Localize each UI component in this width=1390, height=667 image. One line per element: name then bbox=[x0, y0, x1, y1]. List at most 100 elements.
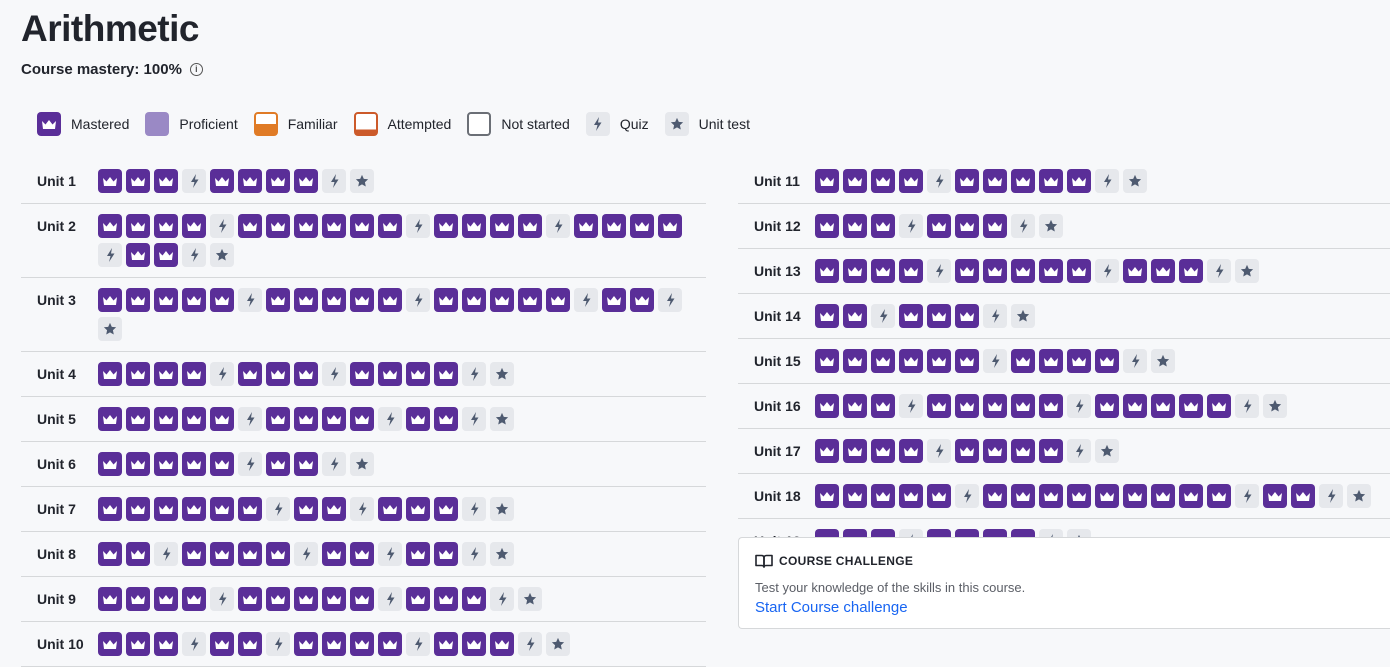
skill-mastered[interactable] bbox=[1011, 169, 1035, 193]
skill-mastered[interactable] bbox=[490, 288, 514, 312]
skill-mastered[interactable] bbox=[927, 394, 951, 418]
skill-mastered[interactable] bbox=[210, 542, 234, 566]
unit-test-square[interactable] bbox=[1039, 214, 1063, 238]
skill-mastered[interactable] bbox=[871, 169, 895, 193]
skill-mastered[interactable] bbox=[490, 632, 514, 656]
unit-label[interactable]: Unit 8 bbox=[21, 542, 98, 566]
skill-mastered[interactable] bbox=[871, 349, 895, 373]
skill-mastered[interactable] bbox=[871, 484, 895, 508]
skill-mastered[interactable] bbox=[1067, 349, 1091, 373]
skill-mastered[interactable] bbox=[266, 288, 290, 312]
skill-mastered[interactable] bbox=[294, 587, 318, 611]
quiz-square[interactable] bbox=[210, 362, 234, 386]
quiz-square[interactable] bbox=[658, 288, 682, 312]
skill-mastered[interactable] bbox=[350, 407, 374, 431]
skill-mastered[interactable] bbox=[955, 394, 979, 418]
skill-mastered[interactable] bbox=[602, 288, 626, 312]
skill-mastered[interactable] bbox=[210, 452, 234, 476]
skill-mastered[interactable] bbox=[1011, 394, 1035, 418]
skill-mastered[interactable] bbox=[154, 362, 178, 386]
quiz-square[interactable] bbox=[927, 439, 951, 463]
skill-mastered[interactable] bbox=[1263, 484, 1287, 508]
skill-mastered[interactable] bbox=[871, 439, 895, 463]
quiz-square[interactable] bbox=[182, 243, 206, 267]
skill-mastered[interactable] bbox=[815, 439, 839, 463]
skill-mastered[interactable] bbox=[126, 169, 150, 193]
quiz-square[interactable] bbox=[462, 362, 486, 386]
skill-mastered[interactable] bbox=[983, 394, 1007, 418]
unit-test-square[interactable] bbox=[490, 542, 514, 566]
quiz-square[interactable] bbox=[574, 288, 598, 312]
unit-test-square[interactable] bbox=[210, 243, 234, 267]
quiz-square[interactable] bbox=[406, 214, 430, 238]
quiz-square[interactable] bbox=[1235, 394, 1259, 418]
skill-mastered[interactable] bbox=[266, 407, 290, 431]
skill-mastered[interactable] bbox=[322, 632, 346, 656]
skill-mastered[interactable] bbox=[126, 243, 150, 267]
skill-mastered[interactable] bbox=[210, 407, 234, 431]
skill-mastered[interactable] bbox=[294, 214, 318, 238]
quiz-square[interactable] bbox=[899, 394, 923, 418]
skill-mastered[interactable] bbox=[1207, 484, 1231, 508]
skill-mastered[interactable] bbox=[126, 632, 150, 656]
skill-mastered[interactable] bbox=[983, 259, 1007, 283]
skill-mastered[interactable] bbox=[1179, 259, 1203, 283]
skill-mastered[interactable] bbox=[955, 169, 979, 193]
skill-mastered[interactable] bbox=[434, 288, 458, 312]
skill-mastered[interactable] bbox=[462, 632, 486, 656]
unit-label[interactable]: Unit 11 bbox=[738, 169, 815, 193]
quiz-square[interactable] bbox=[238, 452, 262, 476]
skill-mastered[interactable] bbox=[843, 439, 867, 463]
skill-mastered[interactable] bbox=[238, 169, 262, 193]
skill-mastered[interactable] bbox=[1151, 484, 1175, 508]
skill-mastered[interactable] bbox=[98, 497, 122, 521]
skill-mastered[interactable] bbox=[1039, 439, 1063, 463]
skill-mastered[interactable] bbox=[899, 259, 923, 283]
skill-mastered[interactable] bbox=[350, 542, 374, 566]
skill-mastered[interactable] bbox=[1039, 394, 1063, 418]
unit-label[interactable]: Unit 13 bbox=[738, 259, 815, 283]
skill-mastered[interactable] bbox=[182, 407, 206, 431]
skill-mastered[interactable] bbox=[1207, 394, 1231, 418]
skill-mastered[interactable] bbox=[899, 304, 923, 328]
unit-test-square[interactable] bbox=[350, 169, 374, 193]
skill-mastered[interactable] bbox=[871, 214, 895, 238]
skill-mastered[interactable] bbox=[434, 362, 458, 386]
quiz-square[interactable] bbox=[266, 632, 290, 656]
skill-mastered[interactable] bbox=[406, 362, 430, 386]
skill-mastered[interactable] bbox=[843, 259, 867, 283]
skill-mastered[interactable] bbox=[955, 259, 979, 283]
skill-mastered[interactable] bbox=[815, 259, 839, 283]
skill-mastered[interactable] bbox=[983, 439, 1007, 463]
skill-mastered[interactable] bbox=[322, 214, 346, 238]
skill-mastered[interactable] bbox=[1123, 484, 1147, 508]
unit-label[interactable]: Unit 15 bbox=[738, 349, 815, 373]
unit-label[interactable]: Unit 1 bbox=[21, 169, 98, 193]
quiz-square[interactable] bbox=[490, 587, 514, 611]
skill-mastered[interactable] bbox=[154, 243, 178, 267]
skill-mastered[interactable] bbox=[815, 349, 839, 373]
skill-mastered[interactable] bbox=[126, 288, 150, 312]
skill-mastered[interactable] bbox=[322, 407, 346, 431]
skill-mastered[interactable] bbox=[815, 304, 839, 328]
start-course-challenge-link[interactable]: Start Course challenge bbox=[755, 599, 908, 616]
skill-mastered[interactable] bbox=[955, 439, 979, 463]
unit-test-square[interactable] bbox=[1263, 394, 1287, 418]
quiz-square[interactable] bbox=[210, 214, 234, 238]
quiz-square[interactable] bbox=[462, 407, 486, 431]
quiz-square[interactable] bbox=[294, 542, 318, 566]
unit-label[interactable]: Unit 14 bbox=[738, 304, 815, 328]
skill-mastered[interactable] bbox=[983, 214, 1007, 238]
skill-mastered[interactable] bbox=[1011, 259, 1035, 283]
quiz-square[interactable] bbox=[98, 243, 122, 267]
skill-mastered[interactable] bbox=[574, 214, 598, 238]
skill-mastered[interactable] bbox=[815, 214, 839, 238]
skill-mastered[interactable] bbox=[927, 349, 951, 373]
skill-mastered[interactable] bbox=[322, 587, 346, 611]
skill-mastered[interactable] bbox=[1039, 484, 1063, 508]
skill-mastered[interactable] bbox=[154, 497, 178, 521]
skill-mastered[interactable] bbox=[182, 497, 206, 521]
skill-mastered[interactable] bbox=[378, 288, 402, 312]
skill-mastered[interactable] bbox=[266, 452, 290, 476]
quiz-square[interactable] bbox=[154, 542, 178, 566]
